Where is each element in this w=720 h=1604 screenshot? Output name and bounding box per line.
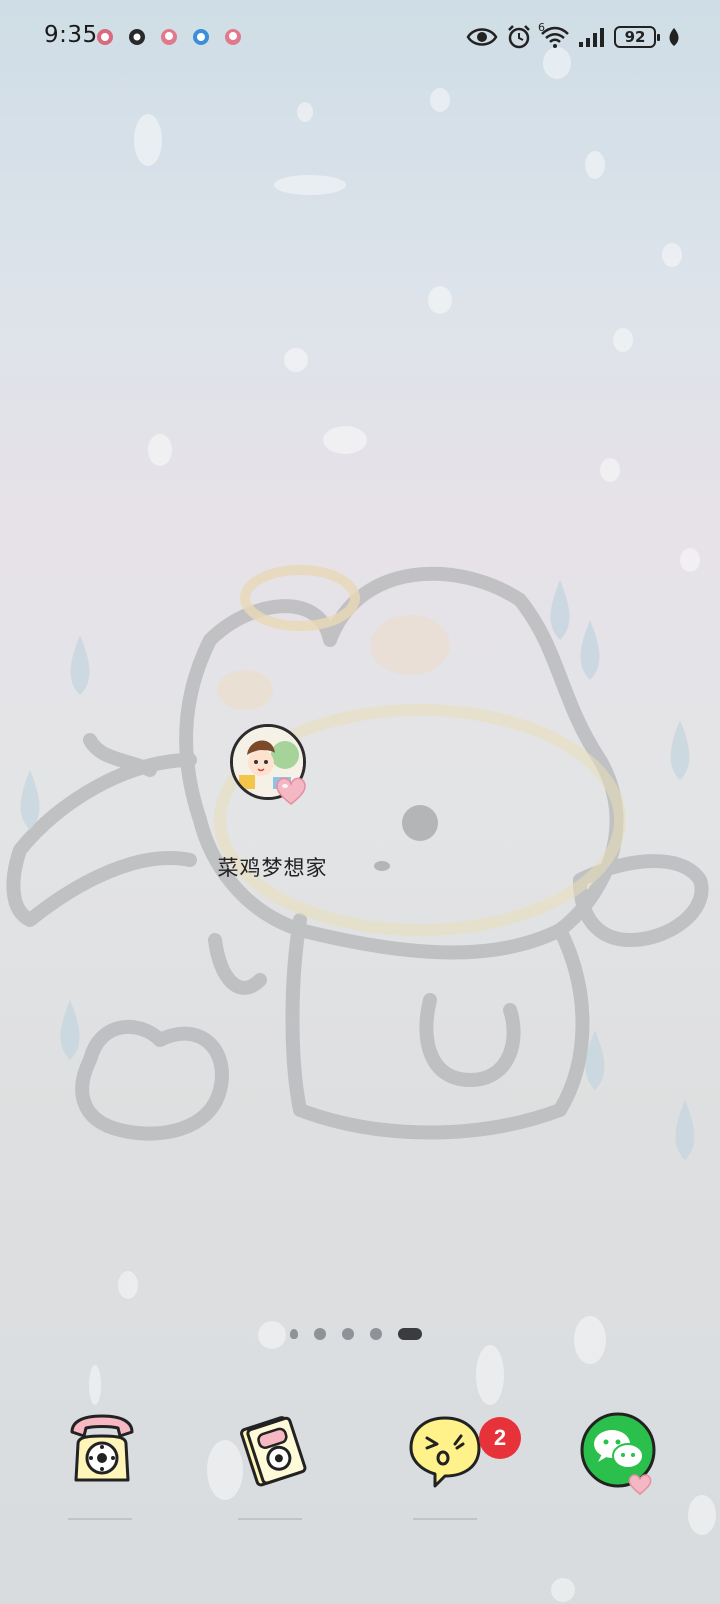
dock-divider [413,1518,477,1520]
dock [0,1410,720,1540]
unread-badge: 2 [479,1417,521,1459]
page-dot[interactable] [370,1328,382,1340]
app-notification-icon [192,28,210,46]
alarm-icon [506,24,532,50]
status-bar: 9:35 6 92 [0,0,720,76]
app-label[interactable]: 菜鸡梦想家 [200,852,345,882]
dock-item-wechat[interactable] [570,1410,670,1520]
network-label: 6 [538,21,545,34]
eye-icon [466,26,498,48]
page-dot[interactable] [314,1328,326,1340]
heart-icon [274,776,308,810]
app-notification-icon [160,28,178,46]
dock-item-phone[interactable] [50,1410,150,1520]
page-indicator[interactable] [290,1328,422,1340]
app-notification-icon [96,28,114,46]
dock-item-contacts[interactable] [220,1410,320,1520]
leaf-icon [668,27,680,47]
clock-time: 9:35 [44,22,98,48]
app-notification-icon [224,28,242,46]
dock-divider [68,1518,132,1520]
messages-icon[interactable] [405,1410,485,1494]
dock-divider [238,1518,302,1520]
system-icons: 6 92 [466,21,680,52]
contacts-icon[interactable] [232,1410,312,1494]
battery-icon: 92 [614,26,660,48]
page-dot[interactable] [342,1328,354,1340]
signal-icon [578,26,606,48]
notification-icons [96,28,242,46]
page-dot-search[interactable] [290,1329,298,1339]
wallpaper [6,47,716,1602]
page-dot-active[interactable] [398,1328,422,1340]
wifi-icon: 6 [538,21,570,49]
wechat-icon[interactable] [578,1410,668,1504]
app-notification-icon [128,28,146,46]
dock-item-messages[interactable] [395,1410,495,1520]
phone-icon[interactable] [62,1410,142,1494]
